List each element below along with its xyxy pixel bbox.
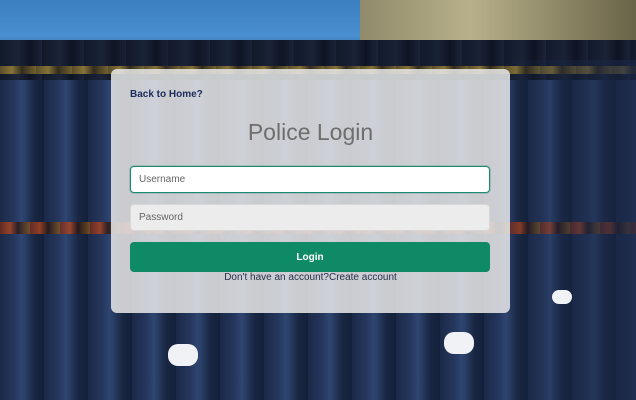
page-title: Police Login xyxy=(247,119,374,145)
login-card: Back to Home? Police Login Login Don't h… xyxy=(111,69,510,313)
back-to-home-link[interactable]: Back to Home? xyxy=(130,89,203,100)
login-button[interactable]: Login xyxy=(130,242,490,272)
username-input[interactable] xyxy=(130,166,490,193)
signup-row: Don't have an account?Create account xyxy=(111,272,510,283)
password-input[interactable] xyxy=(130,204,490,231)
create-account-link[interactable]: Create account xyxy=(329,272,397,283)
signup-prompt: Don't have an account? xyxy=(224,272,329,283)
